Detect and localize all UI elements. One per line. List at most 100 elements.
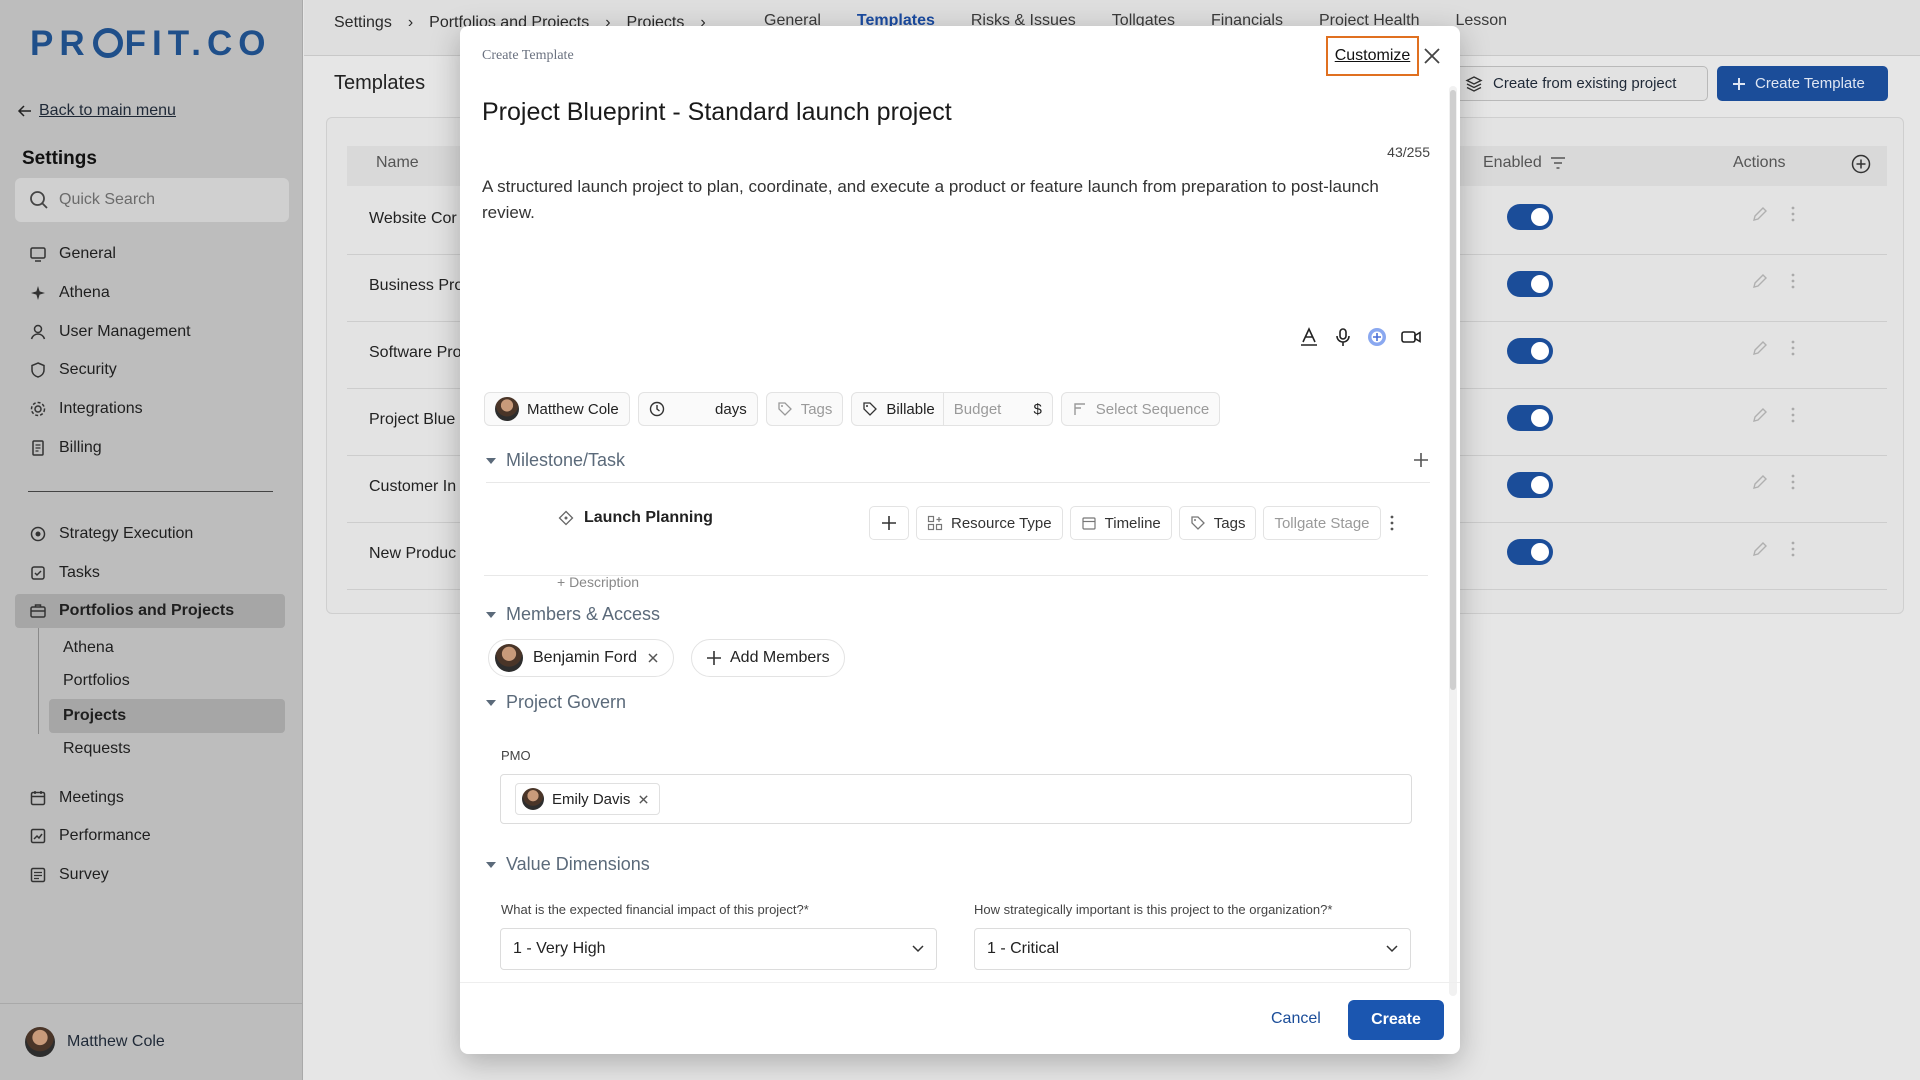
sidebar-item-tasks[interactable]: Tasks [15, 556, 285, 590]
sidebar-subitem-athena[interactable]: Athena [15, 631, 285, 665]
chart-icon [30, 828, 46, 844]
ai-assistant-icon[interactable] [1366, 326, 1388, 348]
sidebar-subitem-requests[interactable]: Requests [15, 732, 285, 766]
profit-logo[interactable]: PR FIT.CO [30, 24, 271, 64]
duration-field[interactable]: days [637, 392, 758, 426]
sparkle-icon [31, 286, 45, 300]
close-icon[interactable] [1422, 46, 1442, 66]
customize-link[interactable]: Customize [1326, 36, 1419, 76]
edit-icon[interactable] [1751, 406, 1769, 424]
edit-icon[interactable] [1751, 272, 1769, 290]
sidebar-item-strategy-execution[interactable]: Strategy Execution [15, 517, 285, 551]
back-to-main-menu[interactable]: Back to main menu [17, 102, 176, 120]
text-format-icon[interactable] [1298, 326, 1320, 348]
sidebar-subitem-projects[interactable]: Projects [49, 699, 285, 733]
shield-icon [31, 362, 45, 378]
calendar-icon [1082, 517, 1096, 530]
sidebar-item-performance[interactable]: Performance [15, 819, 285, 853]
edit-icon[interactable] [1751, 540, 1769, 558]
plus-icon [882, 516, 896, 530]
budget-input[interactable]: Budget $ [944, 401, 1052, 418]
sidebar-item-user-management[interactable]: User Management [15, 315, 285, 349]
members-section-toggle[interactable]: Members & Access [486, 604, 660, 625]
remove-pmo-icon[interactable] [638, 794, 649, 805]
section-divider [484, 575, 1428, 576]
enabled-toggle[interactable] [1507, 338, 1553, 364]
microphone-icon[interactable] [1332, 326, 1354, 348]
tab-lesson[interactable]: Lesson [1455, 12, 1507, 30]
sidebar-item-billing[interactable]: Billing [15, 431, 285, 465]
more-vertical-icon[interactable] [1790, 339, 1796, 357]
add-milestone-icon[interactable] [1413, 452, 1429, 468]
remove-member-icon[interactable] [647, 652, 659, 664]
enabled-toggle[interactable] [1507, 204, 1553, 230]
enabled-toggle[interactable] [1507, 405, 1553, 431]
project-govern-section-toggle[interactable]: Project Govern [486, 692, 626, 713]
create-template-modal: Create Template Customize Project Bluepr… [460, 26, 1460, 1054]
milestone-section-toggle[interactable]: Milestone/Task [486, 450, 625, 471]
add-members-button[interactable]: Add Members [691, 639, 845, 677]
receipt-icon [32, 440, 44, 456]
edit-icon[interactable] [1751, 205, 1769, 223]
search-placeholder: Quick Search [59, 191, 156, 208]
column-header-enabled[interactable]: Enabled [1483, 154, 1566, 172]
enabled-toggle[interactable] [1507, 271, 1553, 297]
clock-icon [649, 401, 664, 417]
tags-chip[interactable]: Tags [765, 392, 844, 426]
financial-impact-select[interactable]: 1 - Very High [500, 928, 937, 970]
current-user-name: Matthew Cole [67, 1033, 165, 1050]
owner-chip[interactable]: Matthew Cole [484, 392, 630, 426]
add-description-link[interactable]: + Description [557, 574, 639, 590]
more-vertical-icon[interactable] [1790, 540, 1796, 558]
billable-toggle[interactable]: Billable [862, 393, 944, 425]
sidebar-item-portfolios-and-projects[interactable]: Portfolios and Projects [15, 594, 285, 628]
strategic-importance-select[interactable]: 1 - Critical [974, 928, 1411, 970]
sidebar-item-general[interactable]: General [15, 237, 285, 271]
sidebar-item-meetings[interactable]: Meetings [15, 781, 285, 815]
template-description-input[interactable]: A structured launch project to plan, coo… [482, 174, 1422, 226]
create-template-button[interactable]: Create Template [1717, 66, 1888, 101]
create-button[interactable]: Create [1348, 1000, 1444, 1040]
member-chip: Benjamin Ford [488, 639, 675, 677]
tollgate-stage-chip[interactable]: Tollgate Stage [1263, 506, 1381, 540]
create-from-existing-project-button[interactable]: Create from existing project [1448, 66, 1708, 101]
breadcrumb-settings[interactable]: Settings [334, 14, 392, 32]
enabled-toggle[interactable] [1507, 539, 1553, 565]
task-name[interactable]: Launch Planning [558, 509, 713, 527]
tag-icon [778, 402, 792, 416]
current-user[interactable]: Matthew Cole [0, 1003, 303, 1080]
quick-search-input[interactable]: Quick Search [15, 178, 289, 222]
sidebar-item-survey[interactable]: Survey [15, 858, 285, 892]
sidebar-item-security[interactable]: Security [15, 353, 285, 387]
modal-scrollbar[interactable] [1449, 86, 1457, 996]
task-tags-chip[interactable]: Tags [1178, 506, 1257, 540]
char-count: 43/255 [1387, 144, 1430, 160]
add-column-icon[interactable] [1851, 154, 1871, 174]
caret-down-icon [486, 611, 496, 618]
logo-target-icon [92, 28, 123, 58]
edit-icon[interactable] [1751, 473, 1769, 491]
task-more-vertical-icon[interactable] [1389, 514, 1395, 532]
select-sequence-dropdown[interactable]: Select Sequence [1060, 392, 1221, 426]
sidebar-item-integrations[interactable]: Integrations [15, 392, 285, 426]
sidebar-subitem-portfolios[interactable]: Portfolios [15, 664, 285, 698]
cancel-button[interactable]: Cancel [1271, 1010, 1321, 1028]
resource-type-chip[interactable]: Resource Type [916, 506, 1063, 540]
sidebar-item-athena[interactable]: Athena [15, 276, 285, 310]
more-vertical-icon[interactable] [1790, 473, 1796, 491]
add-subtask-button[interactable] [869, 506, 909, 540]
template-title-input[interactable]: Project Blueprint - Standard launch proj… [482, 98, 952, 127]
modal-header: Create Template [482, 48, 574, 63]
timeline-chip[interactable]: Timeline [1069, 506, 1172, 540]
enabled-toggle[interactable] [1507, 472, 1553, 498]
pmo-field[interactable]: Emily Davis [500, 774, 1412, 824]
more-vertical-icon[interactable] [1790, 272, 1796, 290]
filter-icon[interactable] [1550, 156, 1566, 170]
more-vertical-icon[interactable] [1790, 205, 1796, 223]
edit-icon[interactable] [1751, 339, 1769, 357]
more-vertical-icon[interactable] [1790, 406, 1796, 424]
sequence-icon [1074, 403, 1085, 415]
caret-down-icon [486, 457, 496, 464]
value-dimensions-section-toggle[interactable]: Value Dimensions [486, 854, 650, 875]
video-icon[interactable] [1400, 326, 1422, 348]
